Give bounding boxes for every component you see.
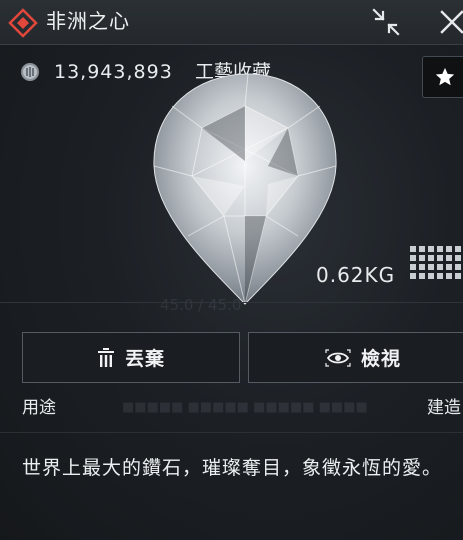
inspect-label: 檢視 <box>360 348 401 370</box>
item-weight: 0.62KG <box>316 263 396 287</box>
section-divider <box>0 302 463 303</box>
eye-icon <box>325 348 351 367</box>
close-button[interactable] <box>432 4 463 40</box>
trash-icon <box>97 347 114 367</box>
discard-label: 丟棄 <box>124 348 165 370</box>
star-icon <box>435 67 455 86</box>
collapse-arrows-icon <box>372 8 400 36</box>
window-header: 非洲之心 <box>0 0 463 45</box>
usage-divider <box>0 432 463 433</box>
item-title: 非洲之心 <box>46 9 130 33</box>
discard-button[interactable]: 丟棄 <box>22 332 240 383</box>
weight-grid-icon <box>410 246 461 279</box>
item-detail-panel: 45.0 / 45.0 ■■■■■ ■■■■■ ■■■■■ ■■■■ 非洲之心 <box>0 0 463 540</box>
collapse-button[interactable] <box>366 4 406 40</box>
coin-icon <box>21 63 39 81</box>
favorite-button[interactable] <box>422 56 463 98</box>
usage-label: 用途 <box>22 398 56 418</box>
craft-tab[interactable]: 建造 <box>427 396 461 420</box>
background-decoration: ■■■■■ ■■■■■ ■■■■■ ■■■■ <box>122 400 368 415</box>
diamond-image <box>153 73 337 305</box>
inspect-button[interactable]: 檢視 <box>248 332 463 383</box>
item-description: 世界上最大的鑽石，璀璨奪目，象徵永恆的愛。 <box>22 457 443 479</box>
close-icon <box>440 10 463 34</box>
diamond-logo-icon <box>8 8 38 38</box>
